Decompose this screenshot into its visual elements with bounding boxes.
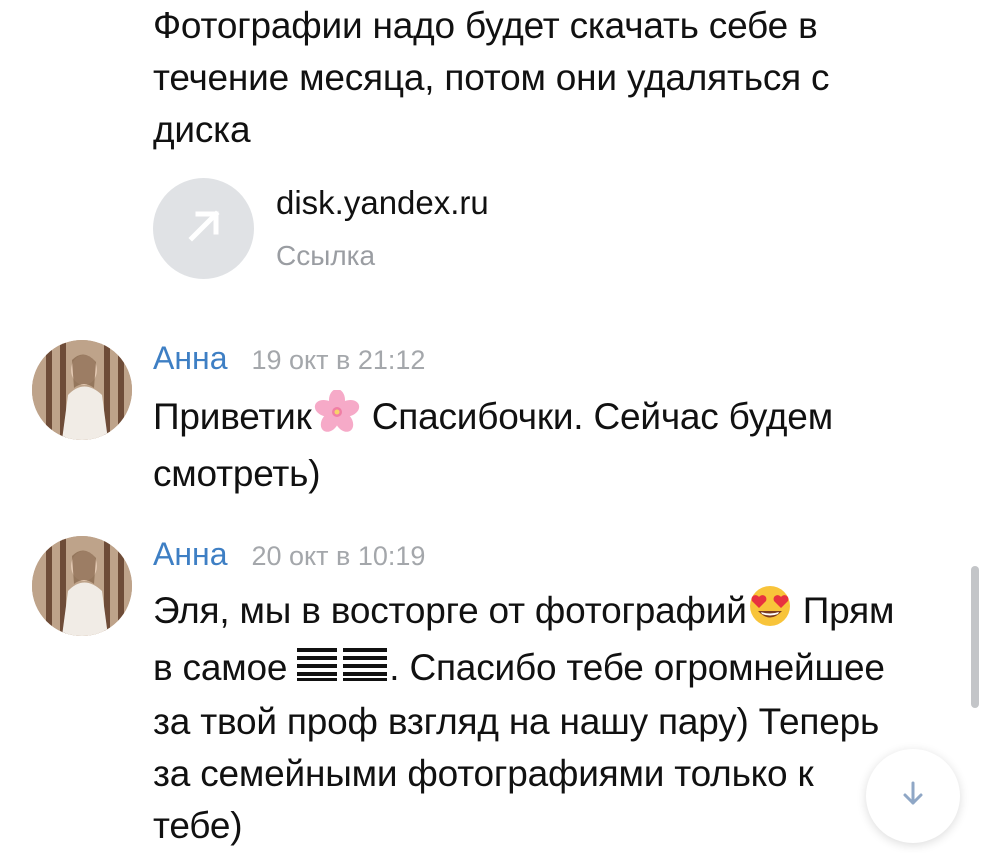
message-text: Эля, мы в восторге от фотографий Прям в … — [153, 584, 894, 852]
scrollbar[interactable] — [971, 566, 979, 708]
avatar[interactable] — [32, 536, 132, 636]
cherry-blossom-emoji — [312, 389, 362, 448]
chevron-down-icon — [898, 779, 928, 814]
timestamp: 19 окт в 21:12 — [251, 345, 426, 375]
broken-glyph-emoji — [297, 644, 389, 696]
message-header: Анна 20 окт в 10:19 — [153, 536, 425, 573]
message-text: Приветик Спасибочки. Сейчас будем смотре… — [153, 389, 833, 500]
message-text-part: Эля, мы в восторге от фотографий — [153, 589, 747, 631]
chat-history: Фотографии надо будет скачать себе в теч… — [0, 0, 990, 853]
avatar[interactable] — [32, 340, 132, 440]
message-text-top: Фотографии надо будет скачать себе в теч… — [153, 5, 830, 150]
timestamp: 20 окт в 10:19 — [251, 541, 426, 571]
link-subtitle: Ссылка — [276, 240, 376, 271]
link-icon-circle[interactable] — [153, 177, 254, 279]
message-header: Анна 19 окт в 21:12 — [153, 340, 425, 377]
heart-eyes-emoji — [747, 584, 793, 642]
arrow-up-right-icon — [184, 206, 224, 251]
author-name[interactable]: Анна — [153, 340, 227, 377]
author-name[interactable]: Анна — [153, 536, 227, 573]
link-preview[interactable]: disk.yandex.ru Ссылка — [153, 177, 489, 279]
scroll-down-button[interactable] — [866, 749, 960, 843]
link-title[interactable]: disk.yandex.ru — [276, 180, 489, 226]
message-text-part: Приветик — [153, 395, 312, 437]
